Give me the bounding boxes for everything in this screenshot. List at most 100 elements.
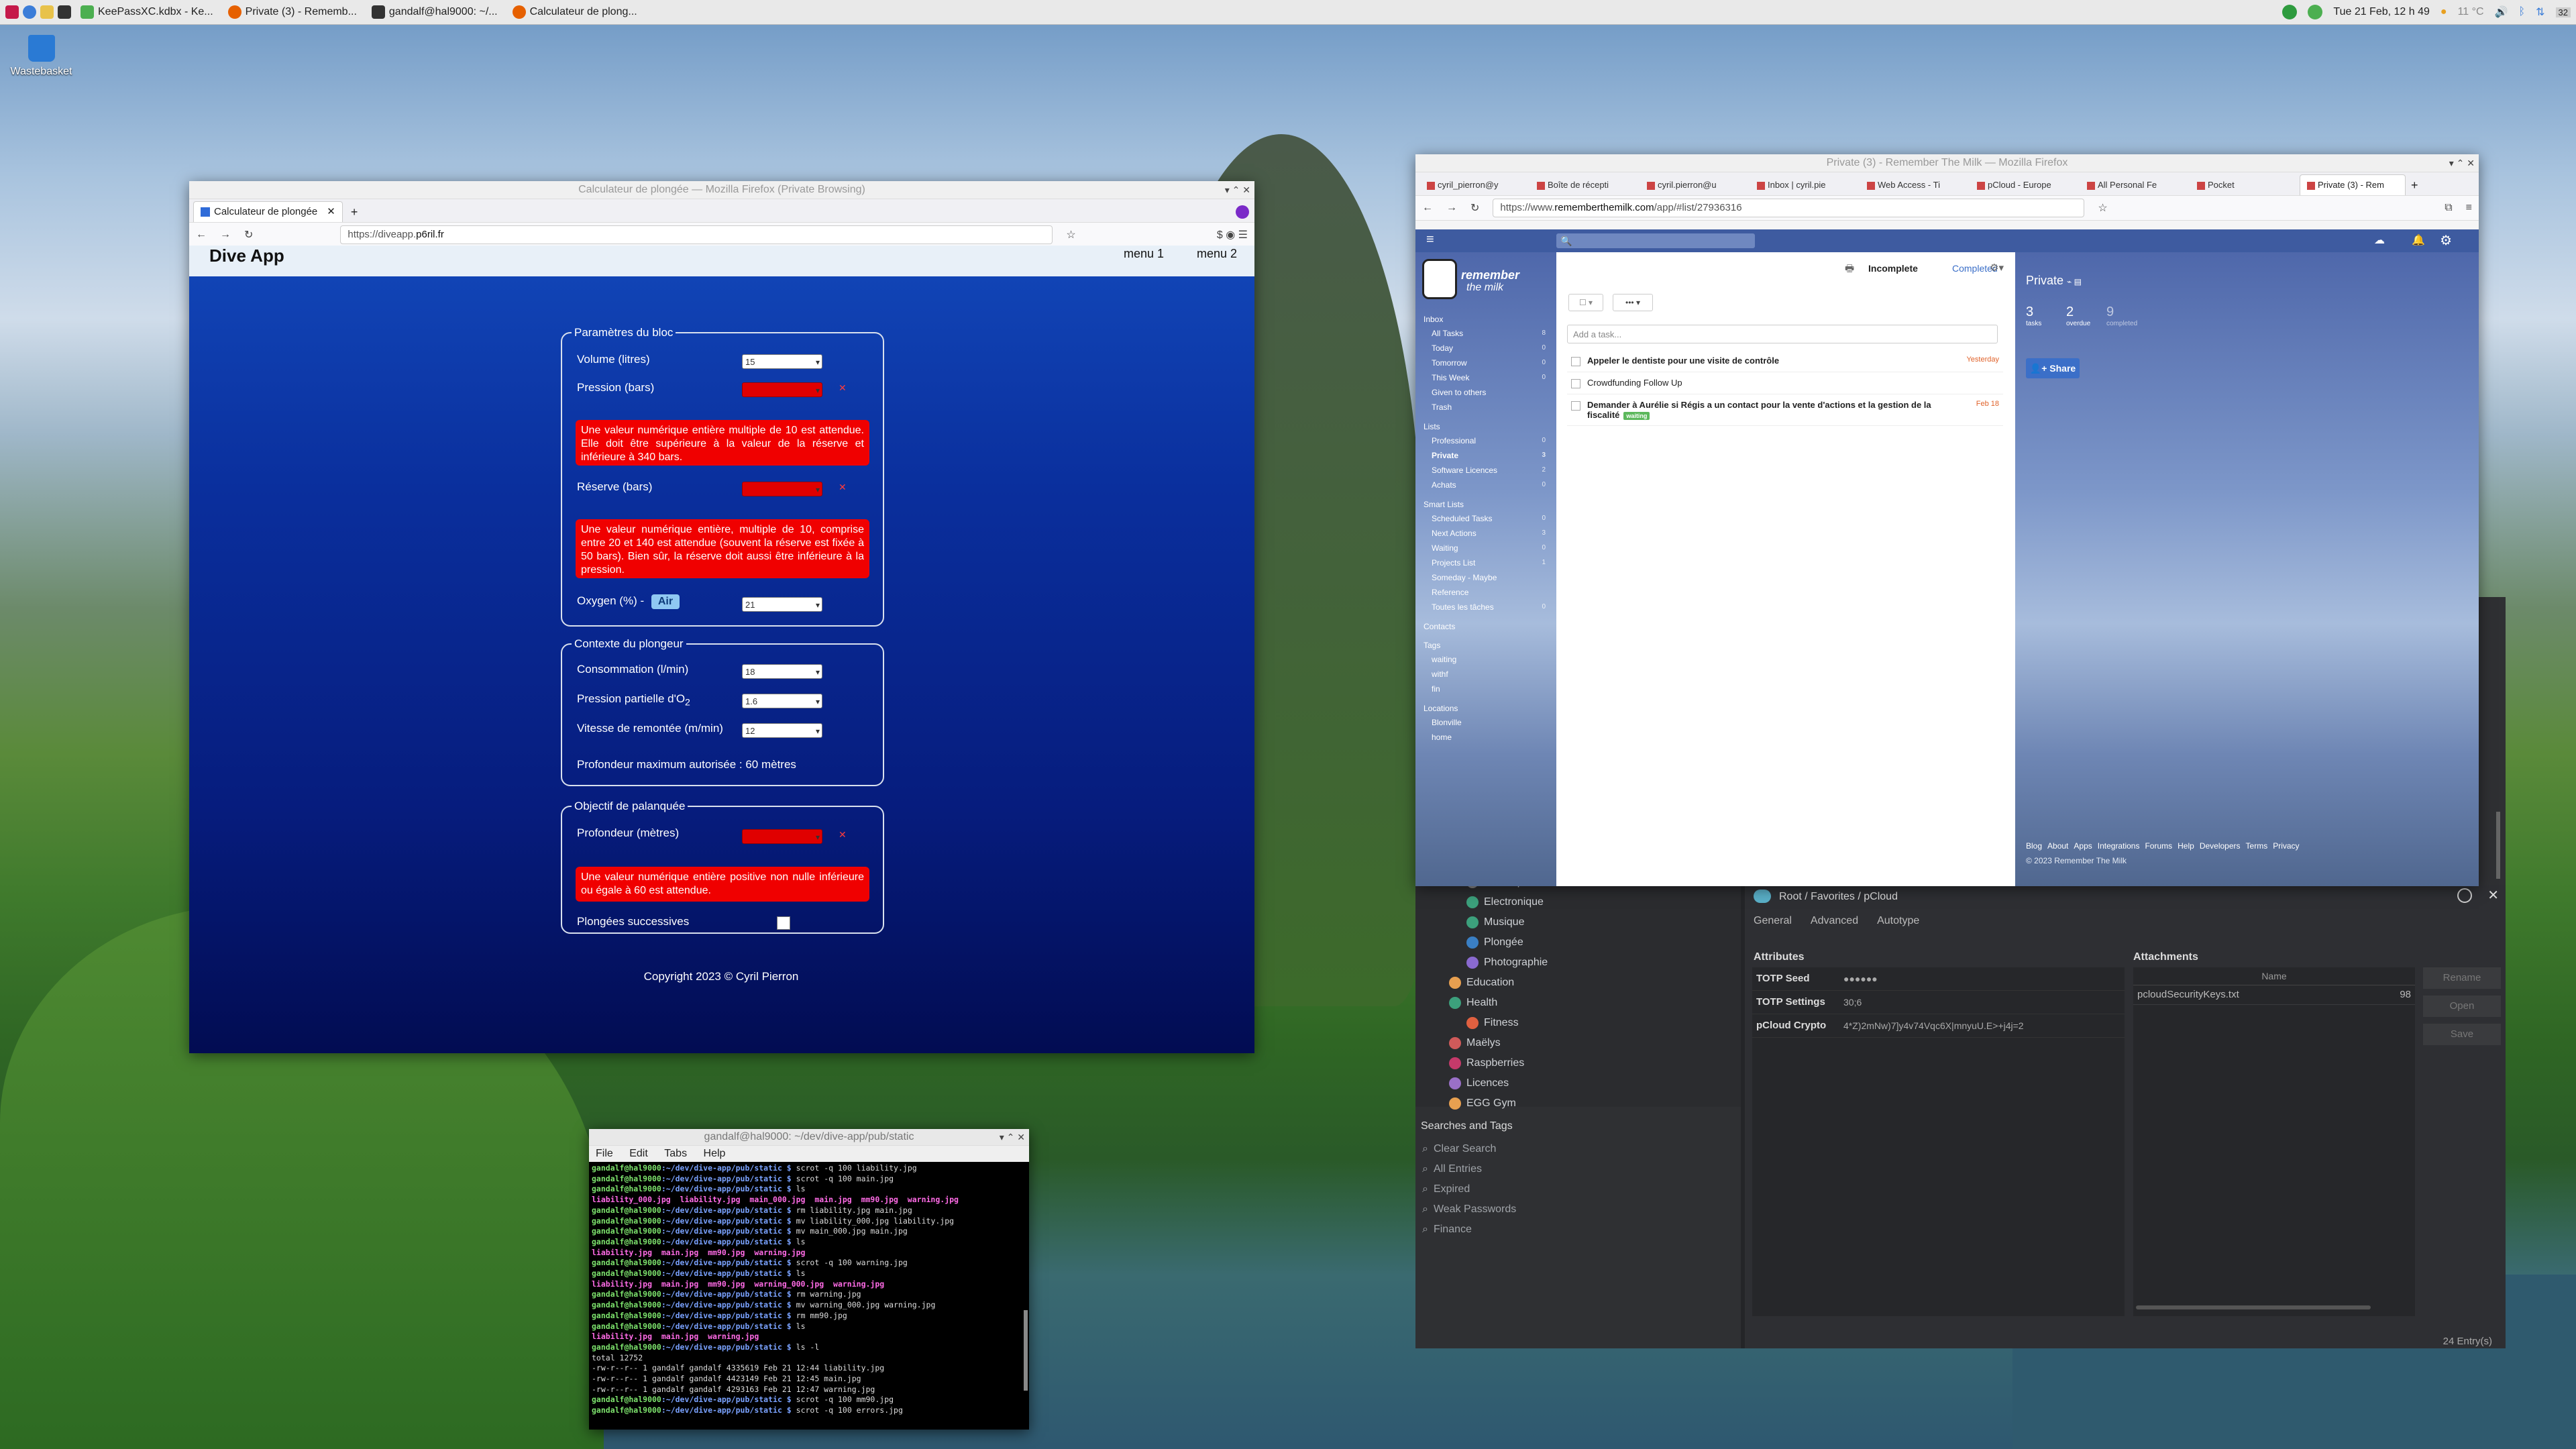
window-controls[interactable]: ▾ ⌃ ✕ (1000, 1129, 1025, 1145)
rss-icon[interactable]: ⌁ ▤ (2067, 277, 2082, 286)
group-item[interactable]: Health (1415, 993, 1741, 1013)
sidebar-item[interactable]: Scheduled Tasks 0 (1424, 511, 1551, 526)
url-bar[interactable]: https://www.rememberthemilk.com/app/#lis… (1493, 199, 2085, 217)
sidebar-item[interactable]: Next Actions 3 (1424, 526, 1551, 541)
footer-link[interactable]: Help (2178, 841, 2194, 851)
wastebasket-desktop-icon[interactable]: Wastebasket (9, 35, 73, 78)
attachment-row[interactable]: pcloudSecurityKeys.txt 98 (2133, 985, 2415, 1005)
group-item[interactable]: EGG Gym (1415, 1093, 1741, 1114)
sidebar-section-header[interactable]: Tags (1424, 639, 1551, 652)
conso-select[interactable]: 18 (742, 664, 822, 680)
sidebar-item[interactable]: Reference (1424, 585, 1551, 600)
rtm-search-box[interactable]: 🔍 (1556, 233, 1755, 248)
sidebar-item[interactable]: fin (1424, 682, 1551, 696)
tab-autotype[interactable]: Autotype (1877, 915, 1919, 927)
search-item[interactable]: ⌕ All Entries (1422, 1159, 1516, 1179)
attribute-row[interactable]: TOTP Seed ●●●●●● (1752, 967, 2125, 991)
menu-help[interactable]: Help (704, 1148, 726, 1159)
sidebar-item[interactable]: withf (1424, 667, 1551, 682)
new-tab-button[interactable]: + (2406, 175, 2424, 195)
group-item[interactable]: Education (1415, 973, 1741, 993)
update-check-icon[interactable] (2282, 5, 2298, 19)
app-brand[interactable]: Dive App (209, 246, 284, 266)
sidebar-item[interactable]: Trash (1424, 400, 1551, 415)
sidebar-section-header[interactable]: Locations (1424, 702, 1551, 715)
back-icon[interactable]: ← (196, 229, 207, 241)
browser-tab[interactable]: All Personal Fe (2080, 174, 2186, 195)
terminal-output[interactable]: gandalf@hal9000:~/dev/dive-app/pub/stati… (589, 1162, 1029, 1417)
more-actions-button[interactable]: ••• ▾ (1613, 294, 1653, 311)
group-item[interactable]: Maëlys (1415, 1033, 1741, 1053)
group-item[interactable]: Musique (1415, 912, 1741, 932)
add-task-input[interactable]: Add a task... (1567, 325, 1998, 343)
browser-tab[interactable]: Private (3) - Rem (2300, 174, 2406, 195)
volume-select[interactable]: 15 (742, 354, 822, 370)
extensions-icon[interactable]: $ ◉ ☰ (1217, 228, 1248, 241)
sidebar-section-header[interactable]: Lists (1424, 420, 1551, 433)
group-item[interactable]: Raspberries (1415, 1053, 1741, 1073)
search-item[interactable]: ⌕ Weak Passwords (1422, 1199, 1516, 1220)
extensions-icon[interactable]: ⧉ (2445, 202, 2452, 214)
reload-icon[interactable]: ↻ (1470, 201, 1479, 215)
keepass-splitter[interactable] (1741, 852, 1745, 1348)
terminal-launcher-icon[interactable] (58, 5, 71, 19)
history-icon[interactable] (2457, 888, 2472, 903)
menu-2-link[interactable]: menu 2 (1197, 247, 1237, 261)
url-bar[interactable]: https://diveapp.p6ril.fr (340, 225, 1053, 244)
successives-checkbox[interactable] (777, 916, 790, 930)
bluetooth-icon[interactable]: ᛒ (2519, 6, 2526, 18)
sidebar-item[interactable]: Projects List 1 (1424, 555, 1551, 570)
browser-launcher-icon[interactable] (23, 5, 36, 19)
bookmark-star-icon[interactable]: ☆ (1066, 228, 1075, 241)
footer-link[interactable]: Apps (2074, 841, 2092, 851)
sidebar-item[interactable]: This Week 0 (1424, 370, 1551, 385)
sidebar-item[interactable]: Someday - Maybe (1424, 570, 1551, 585)
sidebar-item[interactable]: Toutes les tâches 0 (1424, 600, 1551, 614)
task-checkbox[interactable] (1571, 401, 1580, 411)
search-item[interactable]: ⌕ Finance (1422, 1220, 1516, 1240)
footer-link[interactable]: Developers (2200, 841, 2241, 851)
save-button[interactable]: Save (2423, 1024, 2501, 1045)
task-checkbox[interactable] (1571, 357, 1580, 366)
keepass-side-scrollbar[interactable] (2496, 812, 2500, 879)
task-keepass[interactable]: KeePassXC.kdbx - Ke... (75, 2, 219, 22)
sidebar-item[interactable]: Private 3 (1424, 448, 1551, 463)
rename-button[interactable]: Rename (2423, 967, 2501, 989)
keepass-tray-icon[interactable] (2308, 5, 2323, 19)
sidebar-section-header[interactable]: Inbox (1424, 313, 1551, 326)
forward-icon[interactable]: → (220, 229, 231, 241)
footer-link[interactable]: Forums (2145, 841, 2172, 851)
reserve-input[interactable] (742, 482, 822, 497)
attachments-scrollbar[interactable] (2136, 1305, 2371, 1309)
menu-edit[interactable]: Edit (629, 1148, 648, 1159)
sidebar-item[interactable]: Given to others (1424, 385, 1551, 400)
browser-tab[interactable]: Inbox | cyril.pie (1750, 174, 1856, 195)
sidebar-item[interactable]: Tomorrow 0 (1424, 356, 1551, 370)
list-settings-icon[interactable]: ⚙▾ (1990, 262, 2004, 274)
sidebar-item[interactable]: home (1424, 730, 1551, 745)
files-launcher-icon[interactable] (40, 5, 54, 19)
group-item[interactable]: Licences (1415, 1073, 1741, 1093)
profondeur-input[interactable] (742, 829, 822, 845)
sidebar-item[interactable]: Today 0 (1424, 341, 1551, 356)
settings-gear-icon[interactable]: ⚙ (2440, 232, 2452, 249)
task-tag[interactable]: waiting (1623, 412, 1650, 420)
group-item[interactable]: Photographie (1415, 953, 1741, 973)
task-row[interactable]: Appeler le dentiste pour une visite de c… (1567, 350, 2003, 372)
sidebar-section-header[interactable]: Contacts (1424, 620, 1551, 633)
attribute-row[interactable]: TOTP Settings 30;6 (1752, 991, 2125, 1014)
sidebar-section-header[interactable]: Smart Lists (1424, 498, 1551, 511)
footer-link[interactable]: Blog (2026, 841, 2042, 851)
temperature[interactable]: 11 °C (2458, 6, 2484, 18)
task-rtm[interactable]: Private (3) - Rememb... (223, 2, 362, 22)
raspberry-menu-icon[interactable] (5, 5, 19, 19)
air-button[interactable]: Air (651, 594, 680, 609)
filter-incomplete[interactable]: Incomplete (1868, 263, 1918, 274)
sidebar-item[interactable]: Waiting 0 (1424, 541, 1551, 555)
group-item[interactable]: Fitness (1415, 1013, 1741, 1033)
browser-tab[interactable]: cyril.pierron@u (1640, 174, 1746, 195)
browser-tab[interactable]: pCloud - Europe (1970, 174, 2076, 195)
window-controls[interactable]: ▾ ⌃ ✕ (1225, 181, 1250, 199)
notifications-icon[interactable]: 🔔 (2412, 233, 2425, 247)
task-dive[interactable]: Calculateur de plong... (507, 2, 643, 22)
